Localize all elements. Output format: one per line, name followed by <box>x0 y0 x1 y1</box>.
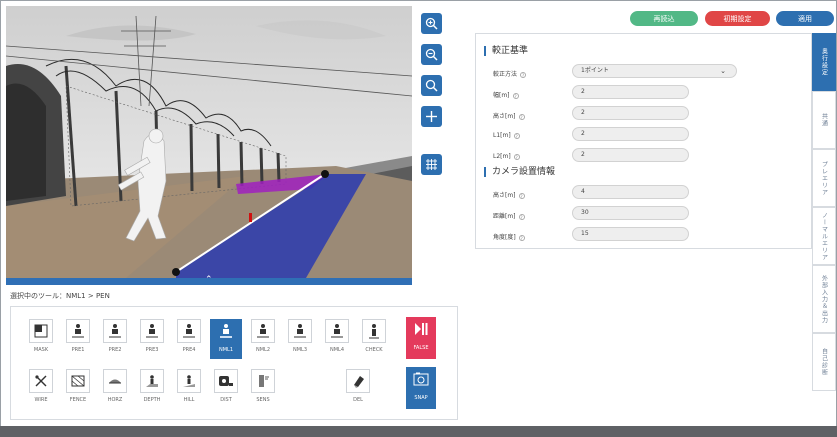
sensor-icon <box>259 375 269 387</box>
cam-height-label: 高さ[m]? <box>493 192 525 199</box>
fence-icon <box>71 375 85 387</box>
depth-icon <box>146 375 158 387</box>
tool-depth[interactable]: DEPTH <box>136 369 168 409</box>
calibration-method-select[interactable]: 1ポイント ⌄ <box>572 64 737 78</box>
bottom-bar <box>0 426 837 437</box>
cam-distance-field[interactable]: 30 <box>572 206 689 220</box>
tool-check[interactable]: CHECK <box>358 319 390 359</box>
tool-wire[interactable]: WIRE <box>25 369 57 409</box>
help-icon[interactable]: ? <box>518 234 525 241</box>
tab-external-io[interactable]: 外部入力＆出力 <box>812 265 836 333</box>
height-field[interactable]: 2 <box>572 106 689 120</box>
tab-depth-settings[interactable]: 奥行設定 <box>812 33 836 91</box>
tool-mask[interactable]: MASK <box>25 319 57 359</box>
settings-panel: 較正基準 較正方法? 1ポイント ⌄ 幅[m]? 2 高さ[m]? 2 L1[m]… <box>475 33 812 249</box>
help-icon[interactable]: ? <box>520 71 527 78</box>
tool-nml1[interactable]: NML1 <box>210 319 242 359</box>
help-icon[interactable]: ? <box>518 192 525 199</box>
camera-collapse-bar[interactable]: ⌃ <box>6 275 412 285</box>
pan-button[interactable] <box>421 106 442 127</box>
person-icon <box>257 324 269 338</box>
chevron-down-icon: ⌄ <box>720 67 726 75</box>
tool-horz[interactable]: HORZ <box>99 369 131 409</box>
l1-label: L1[m]? <box>493 132 520 139</box>
tab-pre-area[interactable]: プレエリア <box>812 149 836 207</box>
wire-icon <box>35 375 47 387</box>
play-pause-icon <box>415 323 428 335</box>
tool-palette: MASK PRE1 PRE2 PRE3 PRE4 NML1 NML2 NML3 … <box>10 306 458 420</box>
tab-common[interactable]: 共通 <box>812 91 836 149</box>
cam-angle-label: 角度[度]? <box>493 234 525 241</box>
tool-hill[interactable]: HILL <box>173 369 205 409</box>
tape-measure-icon <box>219 376 233 386</box>
person-icon <box>183 324 195 338</box>
person-icon <box>109 324 121 338</box>
current-tool-text: 選択中のツール：NML1 > PEN <box>10 292 110 300</box>
tool-pre4[interactable]: PRE4 <box>173 319 205 359</box>
reset-button[interactable]: 初期設定 <box>705 11 770 26</box>
person-icon <box>72 324 84 338</box>
l1-field[interactable]: 2 <box>572 127 689 141</box>
tool-pre2[interactable]: PRE2 <box>99 319 131 359</box>
help-icon[interactable]: ? <box>513 153 520 160</box>
search-icon <box>425 79 438 92</box>
person-icon <box>220 324 232 338</box>
zoom-in-button[interactable] <box>421 13 442 34</box>
help-icon[interactable]: ? <box>518 113 525 120</box>
l2-label: L2[m]? <box>493 153 520 160</box>
tool-nml2[interactable]: NML2 <box>247 319 279 359</box>
zoom-fit-button[interactable] <box>421 75 442 96</box>
person-icon <box>294 324 306 338</box>
mask-icon <box>34 324 48 338</box>
tool-fence[interactable]: FENCE <box>62 369 94 409</box>
apply-button[interactable]: 適用 <box>776 11 834 26</box>
move-icon <box>426 111 437 122</box>
cam-distance-label: 距離[m]? <box>493 213 525 220</box>
l2-field[interactable]: 2 <box>572 148 689 162</box>
tool-pre3[interactable]: PRE3 <box>136 319 168 359</box>
cam-height-field[interactable]: 4 <box>572 185 689 199</box>
hill-icon <box>183 375 195 387</box>
help-icon[interactable]: ? <box>518 213 525 220</box>
person-icon <box>331 324 343 338</box>
grid-button[interactable] <box>421 154 442 175</box>
camera-scene <box>6 6 412 278</box>
eraser-icon <box>354 376 364 388</box>
check-person-icon <box>369 324 379 339</box>
tool-snap[interactable]: SNAP <box>406 367 436 409</box>
calibration-section-title: 較正基準 <box>484 46 528 56</box>
tool-nml4[interactable]: NML4 <box>321 319 353 359</box>
horizon-icon <box>109 379 121 384</box>
zoom-out-button[interactable] <box>421 44 442 65</box>
grid-icon <box>426 159 437 170</box>
width-label: 幅[m]? <box>493 92 519 99</box>
cam-angle-field[interactable]: 15 <box>572 227 689 241</box>
zoom-out-icon <box>425 48 438 61</box>
tab-self-diagnosis[interactable]: 自己診断 <box>812 333 836 391</box>
help-icon[interactable]: ? <box>512 92 519 99</box>
method-label: 較正方法? <box>493 71 527 78</box>
camera-icon <box>413 372 429 386</box>
tool-false[interactable]: FALSE <box>406 317 436 359</box>
chevron-up-icon: ⌃ <box>205 275 213 285</box>
zoom-in-icon <box>425 17 438 30</box>
tool-del[interactable]: DEL <box>342 369 374 409</box>
tool-sens[interactable]: SENS <box>247 369 279 409</box>
width-field[interactable]: 2 <box>572 85 689 99</box>
camera-install-section-title: カメラ設置情報 <box>484 167 555 177</box>
camera-view[interactable] <box>6 6 412 278</box>
tab-normal-area[interactable]: ノーマルエリア <box>812 207 836 265</box>
tool-pre1[interactable]: PRE1 <box>62 319 94 359</box>
person-icon <box>146 324 158 338</box>
help-icon[interactable]: ? <box>513 132 520 139</box>
reload-button[interactable]: 再読込 <box>630 11 698 26</box>
height-label: 高さ[m]? <box>493 113 525 120</box>
tool-nml3[interactable]: NML3 <box>284 319 316 359</box>
tool-dist[interactable]: DIST <box>210 369 242 409</box>
